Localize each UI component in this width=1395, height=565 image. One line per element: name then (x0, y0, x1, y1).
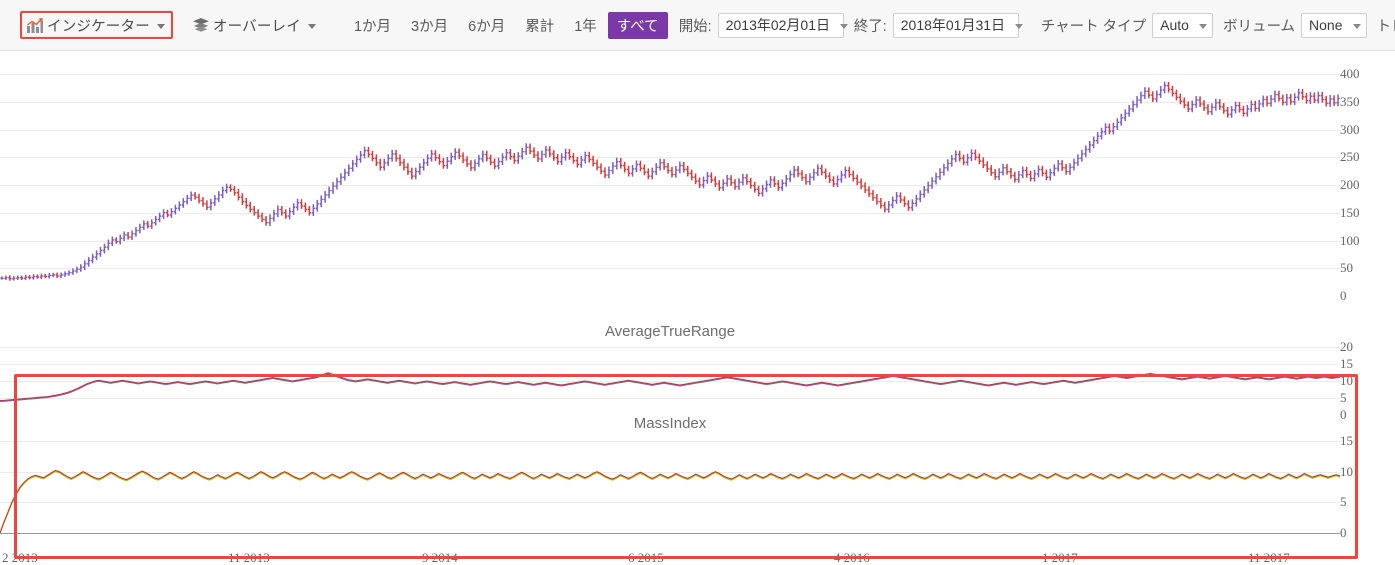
end-date-value: 2018年01月31日 (901, 15, 1005, 35)
y-axis-tick-label: 5 (1340, 495, 1347, 508)
y-axis-tick-label: 10 (1340, 465, 1353, 478)
x-axis-tick-label: 4 2016 (834, 551, 870, 564)
indicator-menu-label: インジケーター (47, 15, 150, 36)
chevron-down-icon (1015, 24, 1023, 29)
massindex-chart-panel[interactable]: MassIndex 0 5 10 15 (0, 415, 1395, 545)
y-axis-tick-label: 100 (1340, 234, 1360, 247)
range-button-6m[interactable]: 6か月 (459, 12, 514, 39)
end-date-select[interactable]: 2018年01月31日 (893, 13, 1019, 38)
volume-label: ボリューム (1223, 15, 1295, 36)
y-axis-tick-label: 350 (1340, 95, 1360, 108)
layers-icon (193, 18, 209, 32)
y-axis-tick-label: 400 (1340, 67, 1360, 80)
chart-type-label: チャート タイプ (1041, 15, 1146, 36)
bar-chart-icon (27, 18, 43, 33)
range-button-ytd[interactable]: 累計 (516, 12, 563, 39)
price-chart-panel[interactable]: 0 50 100 150 200 250 300 350 400 (0, 51, 1395, 301)
chevron-down-icon (1199, 24, 1207, 29)
start-date-value: 2013年02月01日 (726, 15, 830, 35)
chevron-down-icon (308, 24, 316, 29)
range-button-3m[interactable]: 3か月 (402, 12, 457, 39)
volume-value: None (1309, 17, 1342, 33)
overlay-menu-button[interactable]: オーバーレイ (187, 12, 322, 38)
y-axis-tick-label: 250 (1340, 150, 1360, 163)
y-axis-tick-label: 20 (1340, 340, 1353, 353)
trendline-label: トレンドライン (1377, 15, 1395, 36)
y-axis-tick-label: 200 (1340, 178, 1360, 191)
volume-select[interactable]: None (1301, 13, 1366, 38)
massindex-panel-title: MassIndex (0, 415, 1340, 432)
overlay-menu-label: オーバーレイ (213, 15, 301, 36)
y-axis-tick-label: 0 (1340, 526, 1347, 539)
y-axis-tick-label: 15 (1340, 357, 1353, 370)
chevron-down-icon (840, 24, 848, 29)
chevron-down-icon (1353, 24, 1361, 29)
range-button-all[interactable]: すべて (608, 12, 668, 39)
range-button-1y[interactable]: 1年 (565, 12, 606, 39)
atr-panel-title: AverageTrueRange (0, 323, 1340, 340)
x-axis-tick-label: 11 2017 (1248, 551, 1290, 564)
price-candlestick-series (0, 51, 1340, 301)
atr-line-series (0, 347, 1340, 415)
y-axis-tick-label: 50 (1340, 261, 1353, 274)
gridline (0, 533, 1340, 534)
range-button-1m[interactable]: 1か月 (345, 12, 400, 39)
y-axis-tick-label: 0 (1340, 289, 1347, 302)
chart-type-value: Auto (1160, 17, 1189, 33)
x-axis-tick-label: 2 2013 (2, 551, 38, 564)
chart-area: 0 50 100 150 200 250 300 350 400 AverageTrueRang… (0, 51, 1395, 531)
chart-type-select[interactable]: Auto (1152, 13, 1213, 38)
massindex-line-series (0, 441, 1340, 533)
start-date-select[interactable]: 2013年02月01日 (718, 13, 844, 38)
x-axis-tick-label: 9 2014 (422, 551, 458, 564)
end-date-label: 終了: (854, 15, 887, 36)
x-axis-tick-label: 6 2015 (628, 551, 664, 564)
indicator-menu-button[interactable]: インジケーター (20, 11, 173, 39)
x-axis-tick-label: 11 2013 (228, 551, 270, 564)
start-date-label: 開始: (679, 15, 712, 36)
x-axis-tick-label: 1 2017 (1042, 551, 1078, 564)
y-axis-tick-label: 150 (1340, 206, 1360, 219)
chevron-down-icon (157, 24, 165, 29)
y-axis-tick-label: 15 (1340, 434, 1353, 447)
chart-toolbar: インジケーター オーバーレイ 1か月 3か月 6か月 累計 1年 すべて 開始:… (0, 0, 1395, 51)
atr-chart-panel[interactable]: AverageTrueRange 05101520 (0, 323, 1395, 415)
y-axis-tick-label: 10 (1340, 374, 1353, 387)
y-axis-tick-label: 5 (1340, 391, 1347, 404)
y-axis-tick-label: 300 (1340, 123, 1360, 136)
